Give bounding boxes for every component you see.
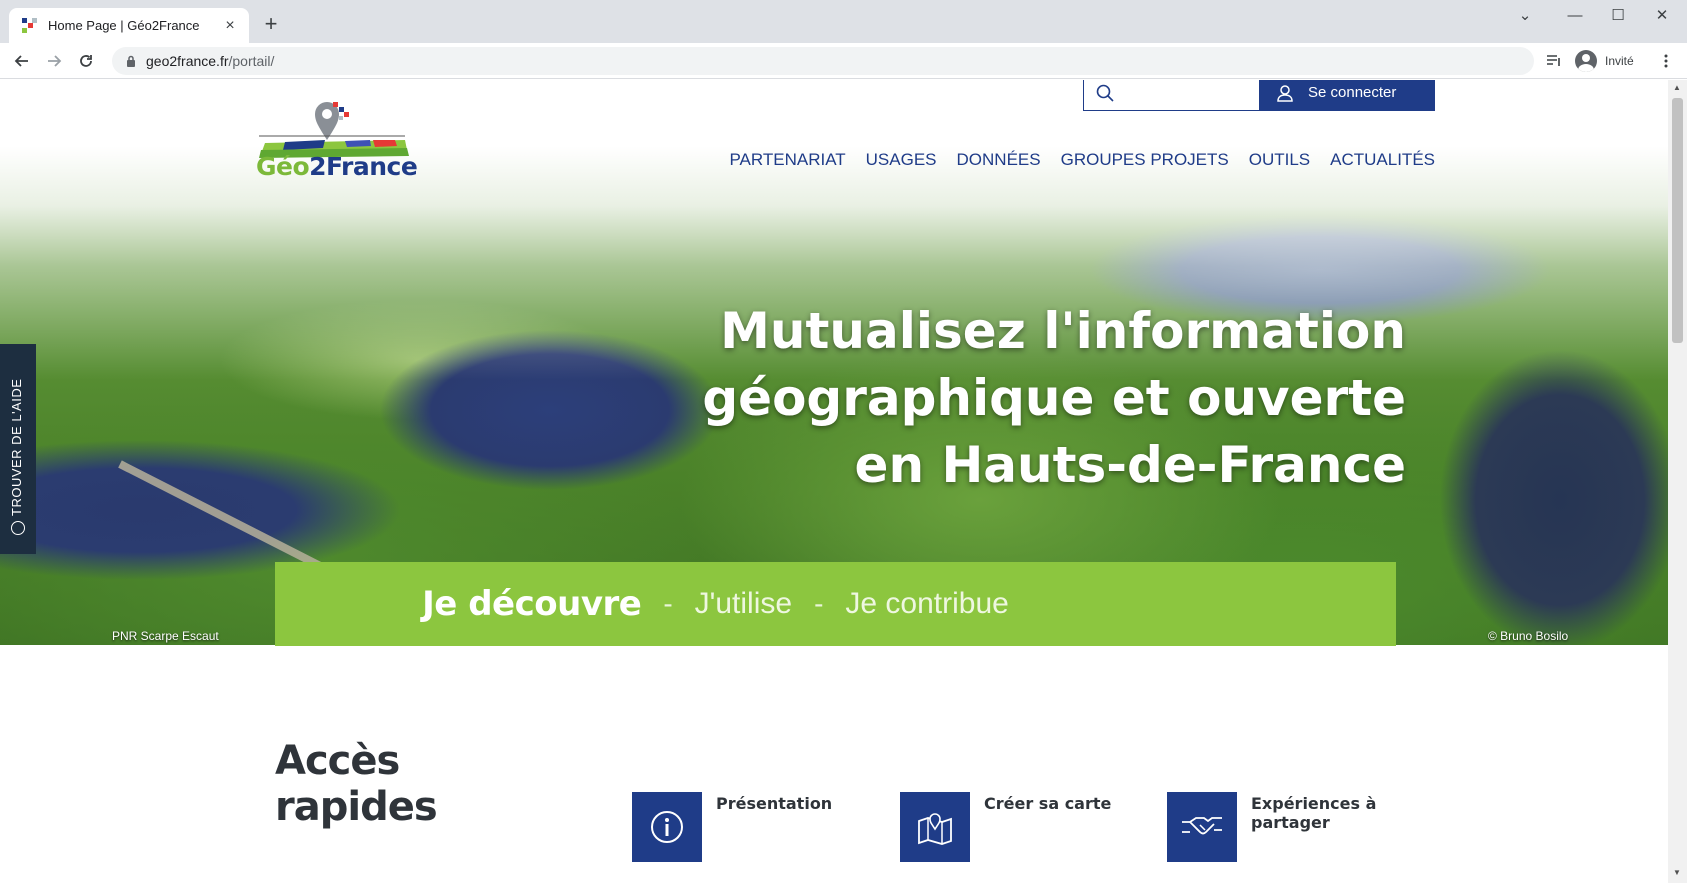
band-link-contribue[interactable]: Je contribue xyxy=(845,587,1008,621)
back-button[interactable] xyxy=(8,47,36,75)
browser-toolbar: geo2france.fr/portail/ Invité xyxy=(0,43,1687,79)
scroll-up-icon[interactable]: ▲ xyxy=(1673,83,1681,92)
lock-icon xyxy=(126,55,136,67)
reload-icon xyxy=(80,55,92,67)
maximize-button[interactable]: ☐ xyxy=(1598,4,1638,28)
search-icon xyxy=(1096,84,1114,102)
quick-access-experiences[interactable]: Expériences à partager xyxy=(1167,792,1381,862)
tab-close-icon[interactable]: × xyxy=(221,17,239,35)
map-pin-icon xyxy=(900,792,970,862)
browser-tab[interactable]: Home Page | Géo2France × xyxy=(9,8,249,43)
tab-search-icon[interactable]: ⌄ xyxy=(1505,4,1545,28)
photo-credit-left: PNR Scarpe Escaut xyxy=(112,629,219,643)
quick-access-label: Expériences à partager xyxy=(1251,794,1377,832)
arrow-right-icon xyxy=(48,55,62,67)
quick-access-creer-carte[interactable]: Créer sa carte xyxy=(900,792,1114,862)
login-button[interactable]: Se connecter xyxy=(1260,80,1435,111)
tagline-band: Je découvre - J'utilise - Je contribue xyxy=(275,562,1396,646)
browser-menu-button[interactable] xyxy=(1652,47,1680,75)
help-circle-icon xyxy=(11,521,25,535)
page-viewport: PNR Scarpe Escaut © Bruno Bosilo Mutuali… xyxy=(0,80,1668,883)
menu-item-usages[interactable]: USAGES xyxy=(866,150,937,170)
band-separator: - xyxy=(663,588,673,619)
site-favicon-icon xyxy=(22,17,38,34)
quick-access-presentation[interactable]: Présentation xyxy=(632,792,846,862)
band-link-decouvre[interactable]: Je découvre xyxy=(422,584,642,624)
info-icon xyxy=(632,792,702,862)
quick-access-label: Présentation xyxy=(716,794,833,813)
main-menu: PARTENARIAT USAGES DONNÉES GROUPES PROJE… xyxy=(729,150,1435,170)
tab-title: Home Page | Géo2France xyxy=(48,18,200,33)
close-window-button[interactable]: ✕ xyxy=(1642,4,1682,28)
band-link-utilise[interactable]: J'utilise xyxy=(695,587,792,621)
photo-credit-right: © Bruno Bosilo xyxy=(1488,629,1569,643)
logo-pin-icon xyxy=(315,102,349,140)
hero-title: Mutualisez l'information géographique et… xyxy=(702,302,1406,494)
help-side-tab[interactable]: TROUVER DE L'AIDE xyxy=(0,344,36,554)
reading-list-icon xyxy=(1547,55,1560,66)
url-text: geo2france.fr/portail/ xyxy=(146,53,275,69)
menu-item-groupes-projets[interactable]: GROUPES PROJETS xyxy=(1061,150,1229,170)
help-tab-label: TROUVER DE L'AIDE xyxy=(9,378,24,516)
browser-tab-strip: Home Page | Géo2France × + ⌄ — ☐ ✕ xyxy=(0,0,1687,43)
new-tab-button[interactable]: + xyxy=(259,12,283,36)
user-icon xyxy=(1277,84,1293,102)
menu-item-actualites[interactable]: ACTUALITÉS xyxy=(1330,150,1435,170)
scrollbar-thumb[interactable] xyxy=(1672,98,1683,343)
minimize-button[interactable]: — xyxy=(1555,4,1595,28)
handshake-icon xyxy=(1167,792,1237,862)
forward-button[interactable] xyxy=(40,47,68,75)
menu-item-partenariat[interactable]: PARTENARIAT xyxy=(729,150,845,170)
arrow-left-icon xyxy=(14,55,28,67)
logo-wordmark: Géo2France xyxy=(256,152,418,181)
login-label: Se connecter xyxy=(1308,84,1397,101)
band-separator: - xyxy=(814,588,824,619)
quick-access-label: Créer sa carte xyxy=(984,794,1112,813)
search-input[interactable] xyxy=(1083,80,1260,111)
reading-list-button[interactable] xyxy=(1540,47,1568,75)
menu-item-donnees[interactable]: DONNÉES xyxy=(957,150,1041,170)
profile-label: Invité xyxy=(1605,54,1634,68)
scroll-down-icon[interactable]: ▼ xyxy=(1673,868,1681,877)
menu-item-outils[interactable]: OUTILS xyxy=(1249,150,1310,170)
page-scrollbar[interactable]: ▲ ▼ xyxy=(1668,80,1687,883)
reload-button[interactable] xyxy=(72,47,100,75)
quick-access-title: Accès rapides xyxy=(275,738,438,830)
address-bar[interactable]: geo2france.fr/portail/ xyxy=(112,47,1534,75)
more-vert-icon xyxy=(1664,54,1668,68)
profile-button[interactable]: Invité xyxy=(1575,49,1634,73)
avatar-icon xyxy=(1575,50,1597,72)
